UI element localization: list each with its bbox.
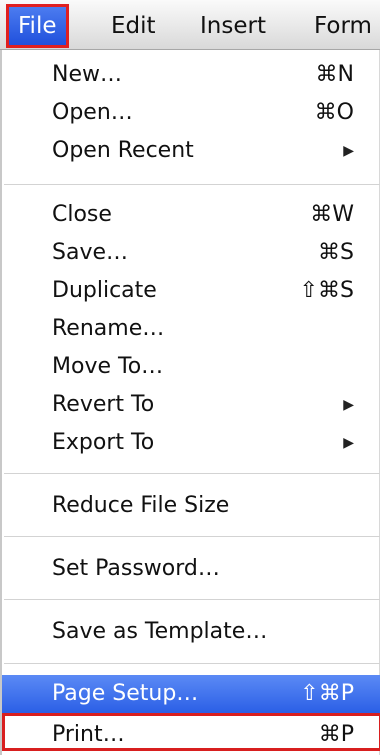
menu-file[interactable]: File (6, 4, 69, 48)
menu-item-page-setup[interactable]: Page Setup… ⇧⌘P (2, 675, 380, 713)
menu-item-label: Open Recent (52, 138, 194, 163)
menu-bar: File Edit Insert Form (0, 0, 380, 50)
separator (4, 184, 380, 185)
menu-item-move-to[interactable]: Move To… (2, 348, 380, 386)
menu-item-export-to[interactable]: Export To ▶ (2, 424, 380, 462)
menu-format[interactable]: Form (314, 6, 372, 46)
menu-item-label: Page Setup… (52, 681, 199, 706)
shortcut: ⌘S (318, 240, 354, 265)
menu-item-rename[interactable]: Rename… (2, 310, 380, 348)
menu-item-label: Export To (52, 430, 155, 455)
menu-item-new[interactable]: New… ⌘N (2, 56, 380, 94)
menu-item-open-recent[interactable]: Open Recent ▶ (2, 132, 380, 170)
menu-item-label: Open… (52, 100, 133, 125)
shortcut: ⌘O (314, 100, 354, 125)
menu-item-reduce-file-size[interactable]: Reduce File Size (2, 487, 380, 525)
shortcut: ⌘N (315, 62, 354, 87)
shortcut: ⌘P (318, 722, 354, 747)
menu-item-label: Reduce File Size (52, 493, 230, 518)
menu-item-label: Set Password… (52, 556, 220, 581)
menu-item-save-as-template[interactable]: Save as Template… (2, 613, 380, 651)
menu-item-save[interactable]: Save… ⌘S (2, 234, 380, 272)
shortcut: ⇧⌘S (299, 278, 354, 303)
menu-item-print[interactable]: Print… ⌘P (2, 713, 380, 751)
menu-insert[interactable]: Insert (200, 6, 266, 46)
shortcut: ⌘W (310, 202, 354, 227)
menu-item-label: New… (52, 62, 122, 87)
separator (4, 599, 380, 600)
shortcut: ⇧⌘P (300, 681, 354, 706)
menu-item-label: Print… (52, 722, 125, 747)
menu-item-set-password[interactable]: Set Password… (2, 550, 380, 588)
menu-item-label: Close (52, 202, 112, 227)
menu-item-label: Save… (52, 240, 129, 265)
menu-item-duplicate[interactable]: Duplicate ⇧⌘S (2, 272, 380, 310)
submenu-arrow-icon: ▶ (343, 435, 354, 451)
menu-item-label: Rename… (52, 316, 165, 341)
file-menu-dropdown: New… ⌘N Open… ⌘O Open Recent ▶ Close ⌘W … (0, 50, 380, 755)
menu-item-label: Move To… (52, 354, 164, 379)
menu-item-label: Duplicate (52, 278, 157, 303)
separator (4, 663, 380, 664)
menu-item-revert-to[interactable]: Revert To ▶ (2, 386, 380, 424)
menu-item-label: Revert To (52, 392, 155, 417)
submenu-arrow-icon: ▶ (343, 143, 354, 159)
separator (4, 536, 380, 537)
menu-item-open[interactable]: Open… ⌘O (2, 94, 380, 132)
menu-item-label: Save as Template… (52, 619, 268, 644)
menu-edit[interactable]: Edit (111, 6, 156, 46)
submenu-arrow-icon: ▶ (343, 397, 354, 413)
menu-item-close[interactable]: Close ⌘W (2, 196, 380, 234)
separator (4, 473, 380, 474)
